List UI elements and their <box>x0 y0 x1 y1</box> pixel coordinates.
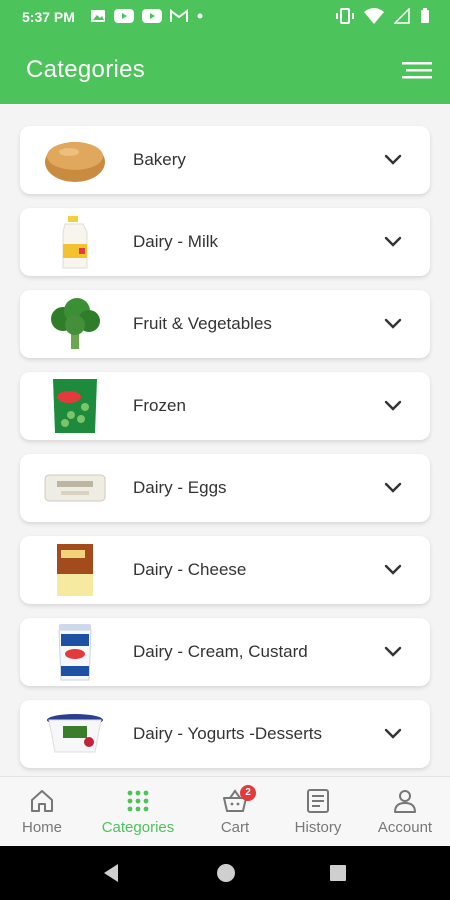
home-circle-icon[interactable] <box>215 862 237 884</box>
nav-categories[interactable]: Categories <box>93 787 183 836</box>
category-label: Dairy - Cream, Custard <box>133 642 308 661</box>
bottom-navigation: Home Categories 2 Cart History Account <box>0 776 450 846</box>
chevron-down-icon[interactable] <box>382 148 404 170</box>
battery-icon <box>421 8 429 23</box>
category-label: Dairy - Yogurts -Desserts <box>133 724 322 743</box>
chevron-down-icon[interactable] <box>382 722 404 744</box>
system-navigation-bar <box>0 846 450 900</box>
chevron-down-icon[interactable] <box>382 394 404 416</box>
yogurt-tub-image <box>42 706 108 762</box>
nav-account[interactable]: Account <box>360 787 450 836</box>
category-label: Dairy - Milk <box>133 232 218 251</box>
category-label: Dairy - Eggs <box>133 478 227 497</box>
frozen-peas-bag-image <box>42 378 108 434</box>
chevron-down-icon[interactable] <box>382 558 404 580</box>
status-bar: 5:37 PM <box>0 0 450 34</box>
chevron-down-icon[interactable] <box>382 312 404 334</box>
category-label: Dairy - Cheese <box>133 560 247 579</box>
nav-home[interactable]: Home <box>0 787 87 836</box>
photo-icon <box>91 10 105 22</box>
nav-categories-label: Categories <box>101 819 175 836</box>
category-label: Bakery <box>133 150 186 169</box>
bread-image <box>42 132 108 188</box>
category-item-dairy-cream-custard[interactable]: Dairy - Cream, Custard <box>20 618 430 686</box>
category-item-dairy-milk[interactable]: Dairy - Milk <box>20 208 430 276</box>
gmail-icon <box>170 9 188 22</box>
vibrate-icon <box>336 8 354 24</box>
nav-home-label: Home <box>21 819 62 836</box>
grid-icon <box>127 790 149 812</box>
page-title: Categories <box>26 56 146 83</box>
chevron-down-icon[interactable] <box>382 476 404 498</box>
category-item-fruit-vegetables[interactable]: Fruit & Vegetables <box>20 290 430 358</box>
system-icons <box>336 8 430 24</box>
chevron-down-icon[interactable] <box>382 230 404 252</box>
category-item-bakery[interactable]: Bakery <box>20 126 430 194</box>
broccoli-image <box>42 296 108 352</box>
cheese-pack-image <box>42 542 108 598</box>
history-icon <box>307 789 329 813</box>
category-label: Frozen <box>133 396 186 415</box>
youtube-icon <box>114 9 134 23</box>
menu-icon[interactable] <box>400 58 434 82</box>
chevron-down-icon[interactable] <box>382 640 404 662</box>
dot-icon <box>197 13 203 19</box>
user-icon <box>394 790 416 813</box>
nav-cart-label: Cart <box>220 819 250 836</box>
nav-cart[interactable]: 2 Cart <box>190 785 280 836</box>
cream-tub-image <box>42 624 108 681</box>
nav-account-label: Account <box>377 819 433 836</box>
notification-icons <box>90 9 204 23</box>
recents-icon[interactable] <box>328 863 348 883</box>
egg-box-image <box>42 460 108 516</box>
nav-history[interactable]: History <box>273 787 363 836</box>
category-item-frozen[interactable]: Frozen <box>20 372 430 440</box>
back-icon[interactable] <box>100 862 122 884</box>
milk-bottle-image <box>42 214 108 270</box>
category-label: Fruit & Vegetables <box>133 314 272 333</box>
youtube-icon <box>142 9 162 23</box>
wifi-icon <box>364 8 384 24</box>
app-bar: 5:37 PM Categories <box>0 0 450 104</box>
category-list[interactable]: Bakery Dairy - Milk Fruit & Vegetables F… <box>0 104 450 776</box>
category-item-dairy-yogurts-desserts[interactable]: Dairy - Yogurts -Desserts <box>20 700 430 768</box>
home-icon <box>31 790 53 812</box>
cart-count-badge: 2 <box>240 785 256 801</box>
signal-icon <box>394 8 410 24</box>
category-item-dairy-cheese[interactable]: Dairy - Cheese <box>20 536 430 604</box>
nav-history-label: History <box>294 819 342 836</box>
status-time: 5:37 PM <box>22 9 75 25</box>
category-item-dairy-eggs[interactable]: Dairy - Eggs <box>20 454 430 522</box>
